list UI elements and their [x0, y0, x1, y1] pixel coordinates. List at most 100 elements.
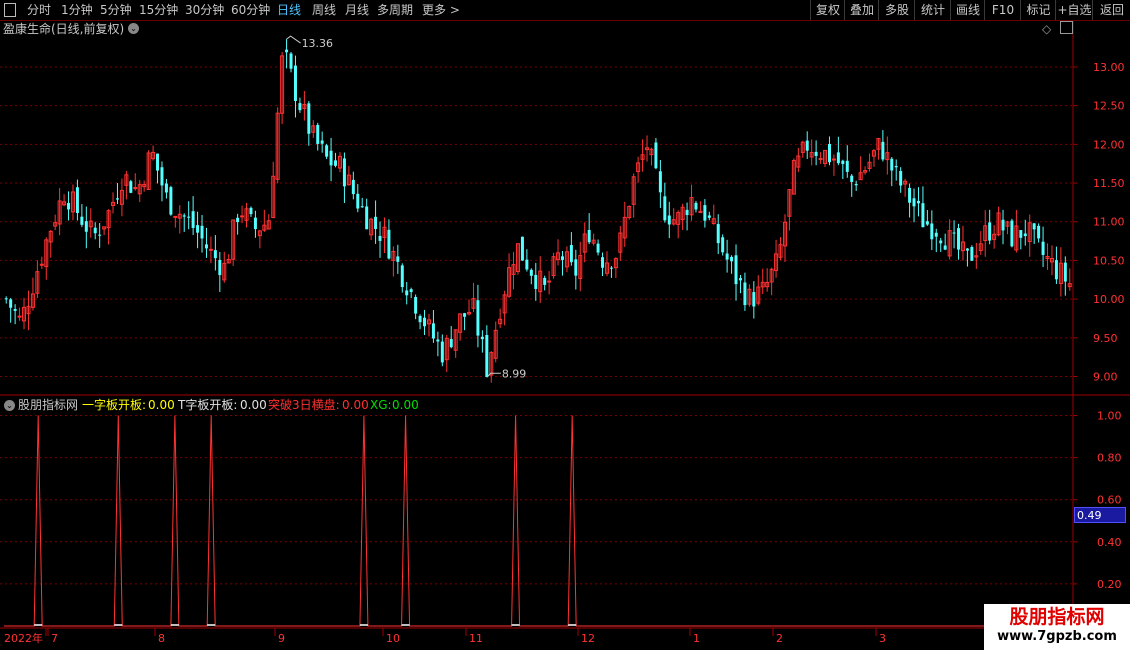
indicator-y-tick-label: 0.80	[1097, 452, 1122, 465]
period-tab[interactable]: 多周期	[377, 2, 413, 18]
candle-body	[1037, 225, 1041, 239]
toolbar-action-button[interactable]: 多股	[878, 0, 915, 20]
candle-body	[374, 216, 378, 230]
candle-body	[129, 181, 133, 193]
candle-body	[449, 338, 453, 348]
toolbar-action-button[interactable]: 复权	[810, 0, 845, 20]
candle-body	[654, 142, 658, 169]
panel-toggle-icon[interactable]	[4, 3, 16, 17]
x-tick-label: 11	[469, 632, 483, 645]
candle-body	[334, 160, 338, 166]
y-tick-label: 10.50	[1093, 254, 1125, 267]
period-tab[interactable]: 1分钟	[61, 2, 93, 18]
candle-body	[725, 253, 729, 260]
x-tick-label: 2022年	[4, 631, 43, 645]
candle-body	[98, 234, 102, 236]
candle-body	[351, 179, 355, 195]
candle-body	[396, 256, 400, 262]
candle-body	[854, 184, 858, 186]
y-tick-label: 12.00	[1093, 138, 1125, 151]
period-tab[interactable]: 更多 >	[422, 2, 460, 18]
candle-body	[39, 263, 44, 266]
candle-body	[836, 152, 840, 164]
y-tick-label: 9.50	[1093, 332, 1118, 345]
cursor-value-box: 0.49	[1074, 507, 1126, 523]
candle-body	[734, 255, 738, 285]
period-tab[interactable]: 分时	[27, 2, 51, 18]
candle-body	[293, 65, 297, 102]
candle-body	[13, 309, 17, 311]
candle-body	[196, 225, 200, 233]
period-tab[interactable]: 15分钟	[139, 2, 178, 18]
candle-body	[1054, 260, 1058, 280]
candle-body	[405, 290, 409, 296]
signal-line	[4, 415, 1073, 627]
candle-body	[1023, 233, 1027, 237]
candle-body	[921, 203, 925, 228]
candle-body	[525, 259, 529, 270]
candle-body	[253, 217, 257, 230]
period-tab[interactable]: 周线	[312, 2, 336, 18]
candle-body	[841, 160, 845, 164]
candle-body	[187, 216, 191, 218]
candle-body	[952, 232, 956, 234]
indicator-dropdown-icon[interactable]: ⌄	[4, 400, 15, 411]
toolbar-action-button[interactable]: 叠加	[844, 0, 879, 20]
layout-toggle-icon[interactable]	[1060, 21, 1073, 34]
period-tab[interactable]: 月线	[345, 2, 369, 18]
watermark-title: 股朋指标网	[1009, 606, 1105, 628]
candle-body	[173, 215, 178, 218]
candle-body	[204, 244, 208, 249]
period-tab[interactable]: 5分钟	[100, 2, 132, 18]
toolbar-action-button[interactable]: 画线	[950, 0, 985, 20]
candle-body	[738, 278, 742, 281]
title-dropdown-icon[interactable]: ⌄	[128, 23, 139, 34]
toolbar-action-button[interactable]: 返回	[1092, 0, 1130, 20]
candle-body	[115, 198, 119, 200]
toolbar-action-button[interactable]: F10	[984, 0, 1021, 20]
candle-body	[965, 248, 969, 251]
period-tab[interactable]: 30分钟	[185, 2, 224, 18]
candle-body	[200, 225, 204, 239]
indicator-item-value: 0.00	[240, 398, 267, 412]
indicator-y-tick-label: 0.40	[1097, 536, 1122, 549]
candle-body	[342, 158, 346, 187]
candle-body	[249, 207, 253, 215]
x-tick-label: 2	[776, 632, 783, 645]
high-marker	[286, 35, 301, 44]
candle-body	[716, 224, 720, 244]
x-tick-label: 1	[693, 632, 700, 645]
candle-body	[925, 221, 929, 225]
candle-body	[908, 187, 912, 203]
candle-body	[881, 141, 885, 160]
candle-body	[182, 215, 186, 217]
y-tick-label: 11.00	[1093, 216, 1125, 229]
candle-body	[365, 206, 369, 230]
candle-body	[356, 193, 360, 209]
candle-body	[285, 49, 289, 53]
y-tick-label: 13.00	[1093, 61, 1125, 74]
candle-body	[4, 298, 8, 300]
toolbar-action-button[interactable]: 标记	[1020, 0, 1056, 20]
candle-body	[730, 256, 734, 262]
x-tick-label: 10	[386, 632, 400, 645]
candle-body	[75, 187, 79, 214]
x-tick-label: 8	[158, 632, 165, 645]
toolbar-action-button[interactable]: +自选	[1055, 0, 1093, 20]
candle-body	[685, 209, 689, 216]
candle-body	[1041, 241, 1045, 255]
period-tab[interactable]: 日线	[277, 2, 301, 18]
candle-body	[289, 53, 293, 69]
toolbar-action-button[interactable]: 统计	[914, 0, 951, 20]
candle-body	[156, 153, 160, 171]
period-tab[interactable]: 60分钟	[231, 2, 270, 18]
diamond-icon[interactable]: ◇	[1042, 22, 1051, 36]
y-tick-label: 11.50	[1093, 177, 1125, 190]
candle-body	[431, 323, 435, 339]
candle-body	[707, 215, 711, 218]
indicator-item-label: 突破3日横盘:	[268, 398, 340, 412]
candle-body	[658, 171, 662, 193]
candle-body	[890, 158, 894, 171]
indicator-y-tick-label: 0.20	[1097, 578, 1122, 591]
candle-body	[307, 103, 311, 134]
